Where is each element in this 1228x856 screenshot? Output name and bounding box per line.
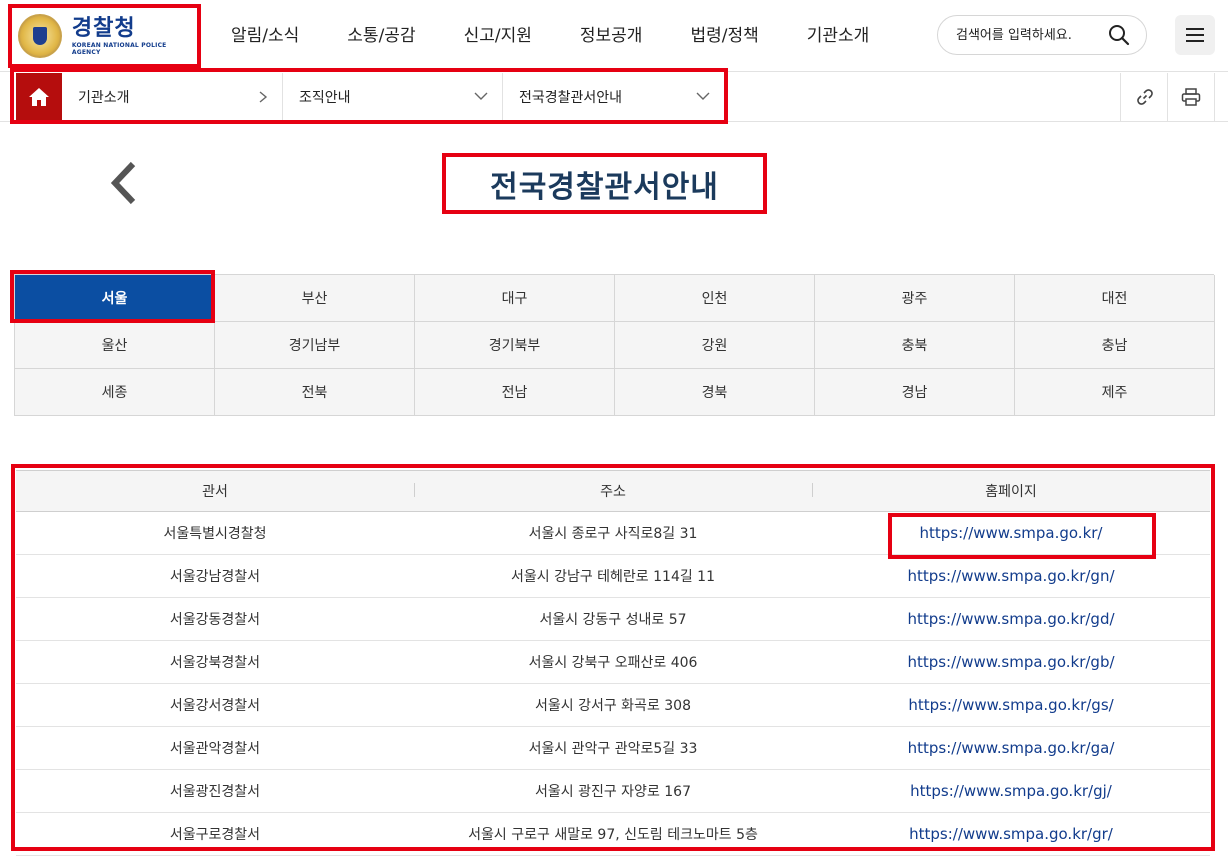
region-tab-jeju[interactable]: 제주 [1015,369,1215,416]
station-address: 서울시 종로구 사직로8길 31 [528,526,698,542]
table-header: 관서 주소 홈페이지 [16,470,1210,512]
print-icon[interactable] [1167,73,1215,121]
homepage-link[interactable]: https://www.smpa.go.kr/gb/ [907,653,1114,671]
station-name: 서울강북경찰서 [169,655,261,671]
region-tab-busan[interactable]: 부산 [215,275,415,322]
table-row: 서울강서경찰서 서울시 강서구 화곡로 308 https://www.smpa… [16,684,1210,727]
region-tab-jeonbuk[interactable]: 전북 [215,369,415,416]
table-row: 서울강동경찰서 서울시 강동구 성내로 57 https://www.smpa.… [16,598,1210,641]
breadcrumb-level3-dropdown[interactable]: 전국경찰관서안내 [503,73,724,120]
table-row: 서울구로경찰서 서울시 구로구 새말로 97, 신도림 테크노마트 5층 htt… [16,813,1210,856]
chevron-down-icon [474,92,488,100]
station-name: 서울강남경찰서 [169,569,261,585]
station-name: 서울광진경찰서 [169,784,261,800]
nav-item-news[interactable]: 알림/소식 [207,22,323,50]
site-header: 경찰청 KOREAN NATIONAL POLICE AGENCY 알림/소식 … [0,0,1228,72]
chevron-down-icon [696,92,710,100]
breadcrumb-level1[interactable]: 기관소개 [62,73,283,120]
station-address: 서울시 강북구 오패산로 406 [528,655,698,671]
table-row: 서울강남경찰서 서울시 강남구 테헤란로 114길 11 https://www… [16,555,1210,598]
region-tab-sejong[interactable]: 세종 [15,369,215,416]
station-address: 서울시 강동구 성내로 57 [539,612,687,628]
link-icon[interactable] [1120,73,1168,121]
column-header-address: 주소 [414,481,812,501]
page-title-box: 전국경찰관서안내 [442,153,767,214]
station-name: 서울강서경찰서 [169,698,261,714]
breadcrumb-label-3: 전국경찰관서안내 [519,89,623,106]
station-address: 서울시 강남구 테헤란로 114길 11 [510,569,716,585]
logo-subtitle: KOREAN NATIONAL POLICE AGENCY [71,42,167,56]
region-tab-daegu[interactable]: 대구 [415,275,615,322]
breadcrumb-label-1: 기관소개 [78,89,130,106]
search-icon[interactable] [1108,24,1130,46]
page-title: 전국경찰관서안내 [490,169,719,205]
region-tab-gyeonggi-north[interactable]: 경기북부 [415,322,615,369]
region-tab-gyeongbuk[interactable]: 경북 [615,369,815,416]
table-row: 서울광진경찰서 서울시 광진구 자양로 167 https://www.smpa… [16,770,1210,813]
table-row: 서울관악경찰서 서울시 관악구 관악로5길 33 https://www.smp… [16,727,1210,770]
station-address: 서울시 관악구 관악로5길 33 [528,741,698,757]
hamburger-menu-icon[interactable] [1175,15,1215,55]
column-header-station: 관서 [202,484,228,500]
homepage-link[interactable]: https://www.smpa.go.kr/ [920,524,1103,542]
logo-text: 경찰청 KOREAN NATIONAL POLICE AGENCY [72,16,197,56]
nav-item-communication[interactable]: 소통/공감 [323,22,439,50]
chevron-left-icon[interactable] [105,160,141,206]
nav-item-info-disclosure[interactable]: 정보공개 [556,22,667,50]
search-box [937,15,1147,55]
region-tab-ulsan[interactable]: 울산 [15,322,215,369]
station-address: 서울시 광진구 자양로 167 [535,784,691,800]
nav-item-law-policy[interactable]: 법령/정책 [666,22,782,50]
main-nav: 알림/소식 소통/공감 신고/지원 정보공개 법령/정책 기관소개 [207,22,893,50]
column-header-homepage: 홈페이지 [812,481,1210,501]
table-row: 서울특별시경찰청 서울시 종로구 사직로8길 31 https://www.sm… [16,512,1210,555]
search-input[interactable] [954,26,1104,44]
chevron-right-icon [259,91,268,103]
region-tab-seoul[interactable]: 서울 [15,275,215,322]
home-icon[interactable] [16,73,62,120]
homepage-link[interactable]: https://www.smpa.go.kr/gd/ [907,610,1114,628]
nav-item-about[interactable]: 기관소개 [783,22,894,50]
region-tabs: 서울 부산 대구 인천 광주 대전 울산 경기남부 경기북부 강원 충북 충남 … [14,274,1215,416]
homepage-link[interactable]: https://www.smpa.go.kr/gs/ [908,696,1113,714]
region-tab-gyeonggi-south[interactable]: 경기남부 [215,322,415,369]
homepage-link[interactable]: https://www.smpa.go.kr/ga/ [908,739,1115,757]
region-tab-daejeon[interactable]: 대전 [1015,275,1215,322]
region-tab-gangwon[interactable]: 강원 [615,322,815,369]
region-tab-chungbuk[interactable]: 충북 [815,322,1015,369]
breadcrumb-level2-dropdown[interactable]: 조직안내 [283,73,503,120]
logo-title: 경찰청 [71,16,136,41]
station-address: 서울시 구로구 새말로 97, 신도림 테크노마트 5층 [468,827,758,843]
region-tab-chungnam[interactable]: 충남 [1015,322,1215,369]
region-tab-incheon[interactable]: 인천 [615,275,815,322]
region-tab-jeonnam[interactable]: 전남 [415,369,615,416]
site-logo[interactable]: 경찰청 KOREAN NATIONAL POLICE AGENCY [8,4,201,68]
station-name: 서울구로경찰서 [169,827,261,843]
region-tab-gyeongnam[interactable]: 경남 [815,369,1015,416]
station-name: 서울특별시경찰청 [163,526,267,542]
station-address: 서울시 강서구 화곡로 308 [535,698,691,714]
police-emblem-icon [18,14,62,58]
station-name: 서울관악경찰서 [169,741,261,757]
station-name: 서울강동경찰서 [169,612,261,628]
homepage-link[interactable]: https://www.smpa.go.kr/gj/ [910,782,1112,800]
region-tab-gwangju[interactable]: 광주 [815,275,1015,322]
homepage-link[interactable]: https://www.smpa.go.kr/gr/ [909,825,1113,843]
breadcrumb-label-2: 조직안내 [299,89,351,106]
table-row: 서울강북경찰서 서울시 강북구 오패산로 406 https://www.smp… [16,641,1210,684]
nav-item-report[interactable]: 신고/지원 [440,22,556,50]
station-table: 관서 주소 홈페이지 서울특별시경찰청 서울시 종로구 사직로8길 31 htt… [16,470,1210,856]
homepage-link[interactable]: https://www.smpa.go.kr/gn/ [907,567,1114,585]
